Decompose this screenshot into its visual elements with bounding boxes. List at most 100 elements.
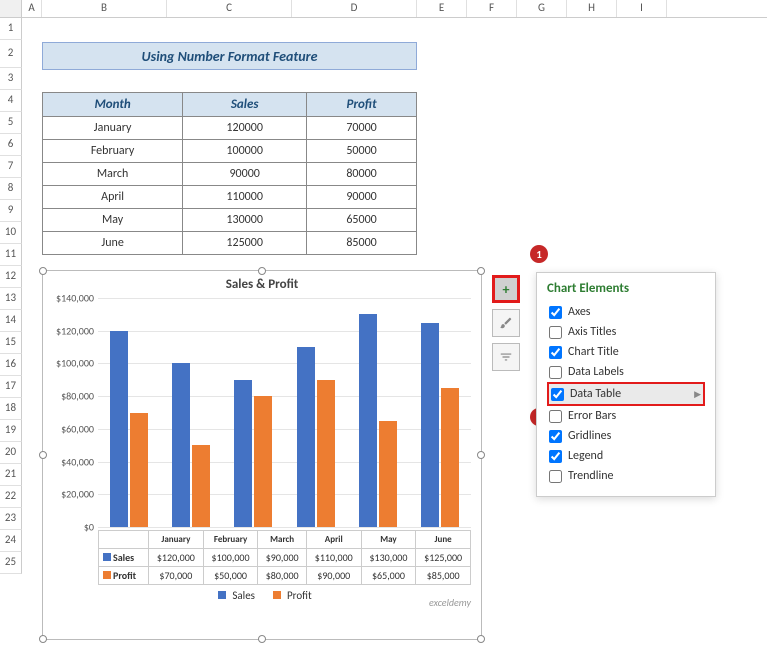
bar-sales[interactable] <box>234 380 252 527</box>
table-cell[interactable]: 120000 <box>183 117 307 140</box>
table-cell[interactable]: 90000 <box>307 186 417 209</box>
table-cell[interactable]: April <box>43 186 183 209</box>
table-header[interactable]: Profit <box>307 93 417 117</box>
row-header-23[interactable]: 23 <box>0 508 22 530</box>
resize-handle[interactable] <box>39 635 47 643</box>
row-header-13[interactable]: 13 <box>0 288 22 310</box>
chart-element-checkbox[interactable] <box>549 326 562 339</box>
bar-sales[interactable] <box>421 323 439 527</box>
bar-profit[interactable] <box>379 421 397 527</box>
row-header-16[interactable]: 16 <box>0 354 22 376</box>
table-row[interactable]: April11000090000 <box>43 186 417 209</box>
table-cell[interactable]: June <box>43 232 183 255</box>
table-row[interactable]: March9000080000 <box>43 163 417 186</box>
bar-sales[interactable] <box>172 363 190 527</box>
table-cell[interactable]: 90000 <box>183 163 307 186</box>
table-cell[interactable]: February <box>43 140 183 163</box>
bar-profit[interactable] <box>441 388 459 527</box>
chart-element-checkbox[interactable] <box>549 470 562 483</box>
row-header-10[interactable]: 10 <box>0 222 22 244</box>
table-cell[interactable]: 100000 <box>183 140 307 163</box>
table-cell[interactable]: 50000 <box>307 140 417 163</box>
resize-handle[interactable] <box>477 635 485 643</box>
col-header-B[interactable]: B <box>42 0 167 17</box>
resize-handle[interactable] <box>39 451 47 459</box>
table-cell[interactable]: 85000 <box>307 232 417 255</box>
col-header-H[interactable]: H <box>567 0 617 17</box>
table-cell[interactable]: January <box>43 117 183 140</box>
table-row[interactable]: June12500085000 <box>43 232 417 255</box>
chart-element-item-gridlines[interactable]: Gridlines <box>547 426 705 446</box>
plot-area[interactable]: $0$20,000$40,000$60,000$80,000$100,000$1… <box>98 298 471 528</box>
table-cell[interactable]: 110000 <box>183 186 307 209</box>
chart-element-item-data-labels[interactable]: Data Labels <box>547 362 705 382</box>
chart-element-item-error-bars[interactable]: Error Bars <box>547 406 705 426</box>
col-header-G[interactable]: G <box>517 0 567 17</box>
chart-filter-button[interactable] <box>492 343 520 371</box>
bar-profit[interactable] <box>192 445 210 527</box>
select-all-corner[interactable] <box>0 0 22 17</box>
row-header-2[interactable]: 2 <box>0 40 22 68</box>
chart-element-checkbox[interactable] <box>551 388 564 401</box>
submenu-arrow-icon[interactable]: ▶ <box>694 389 701 400</box>
resize-handle[interactable] <box>258 635 266 643</box>
table-header[interactable]: Month <box>43 93 183 117</box>
chart-element-item-chart-title[interactable]: Chart Title <box>547 342 705 362</box>
legend[interactable]: Sales Profit <box>43 585 481 606</box>
row-header-17[interactable]: 17 <box>0 376 22 398</box>
bar-profit[interactable] <box>254 396 272 527</box>
row-header-6[interactable]: 6 <box>0 134 22 156</box>
row-header-24[interactable]: 24 <box>0 530 22 552</box>
chart-element-item-axis-titles[interactable]: Axis Titles <box>547 322 705 342</box>
table-cell[interactable]: March <box>43 163 183 186</box>
row-header-9[interactable]: 9 <box>0 200 22 222</box>
legend-item[interactable]: Profit <box>267 589 312 602</box>
chart-element-item-axes[interactable]: Axes <box>547 302 705 322</box>
table-row[interactable]: January12000070000 <box>43 117 417 140</box>
row-header-8[interactable]: 8 <box>0 178 22 200</box>
table-row[interactable]: May13000065000 <box>43 209 417 232</box>
table-cell[interactable]: 130000 <box>183 209 307 232</box>
chart-elements-button[interactable]: + <box>492 275 520 303</box>
col-header-E[interactable]: E <box>417 0 467 17</box>
bar-profit[interactable] <box>317 380 335 527</box>
bar-sales[interactable] <box>110 331 128 527</box>
col-header-I[interactable]: I <box>617 0 667 17</box>
chart-elements-popup[interactable]: Chart Elements AxesAxis TitlesChart Titl… <box>536 272 716 497</box>
col-header-C[interactable]: C <box>167 0 292 17</box>
resize-handle[interactable] <box>258 267 266 275</box>
resize-handle[interactable] <box>477 267 485 275</box>
table-cell[interactable]: 125000 <box>183 232 307 255</box>
table-cell[interactable]: 65000 <box>307 209 417 232</box>
table-cell[interactable]: 70000 <box>307 117 417 140</box>
col-header-D[interactable]: D <box>292 0 417 17</box>
chart-element-item-data-table[interactable]: Data Table▶ <box>547 382 705 406</box>
chart-element-item-trendline[interactable]: Trendline <box>547 466 705 486</box>
row-header-20[interactable]: 20 <box>0 442 22 464</box>
col-header-A[interactable]: A <box>22 0 42 17</box>
chart-styles-button[interactable] <box>492 309 520 337</box>
row-header-21[interactable]: 21 <box>0 464 22 486</box>
chart-element-checkbox[interactable] <box>549 410 562 423</box>
legend-item[interactable]: Sales <box>212 589 255 602</box>
data-table[interactable]: MonthSalesProfit January12000070000Febru… <box>42 92 417 255</box>
row-header-19[interactable]: 19 <box>0 420 22 442</box>
chart-element-checkbox[interactable] <box>549 366 562 379</box>
table-header[interactable]: Sales <box>183 93 307 117</box>
chart-element-item-legend[interactable]: Legend <box>547 446 705 466</box>
row-header-11[interactable]: 11 <box>0 244 22 266</box>
row-header-12[interactable]: 12 <box>0 266 22 288</box>
resize-handle[interactable] <box>477 451 485 459</box>
chart-element-checkbox[interactable] <box>549 450 562 463</box>
table-row[interactable]: February10000050000 <box>43 140 417 163</box>
chart-container[interactable]: Sales & Profit $0$20,000$40,000$60,000$8… <box>42 270 482 640</box>
row-header-1[interactable]: 1 <box>0 18 22 40</box>
row-header-7[interactable]: 7 <box>0 156 22 178</box>
row-header-5[interactable]: 5 <box>0 112 22 134</box>
table-cell[interactable]: May <box>43 209 183 232</box>
bar-sales[interactable] <box>297 347 315 527</box>
row-header-25[interactable]: 25 <box>0 552 22 574</box>
row-header-4[interactable]: 4 <box>0 90 22 112</box>
row-header-3[interactable]: 3 <box>0 68 22 90</box>
row-header-18[interactable]: 18 <box>0 398 22 420</box>
